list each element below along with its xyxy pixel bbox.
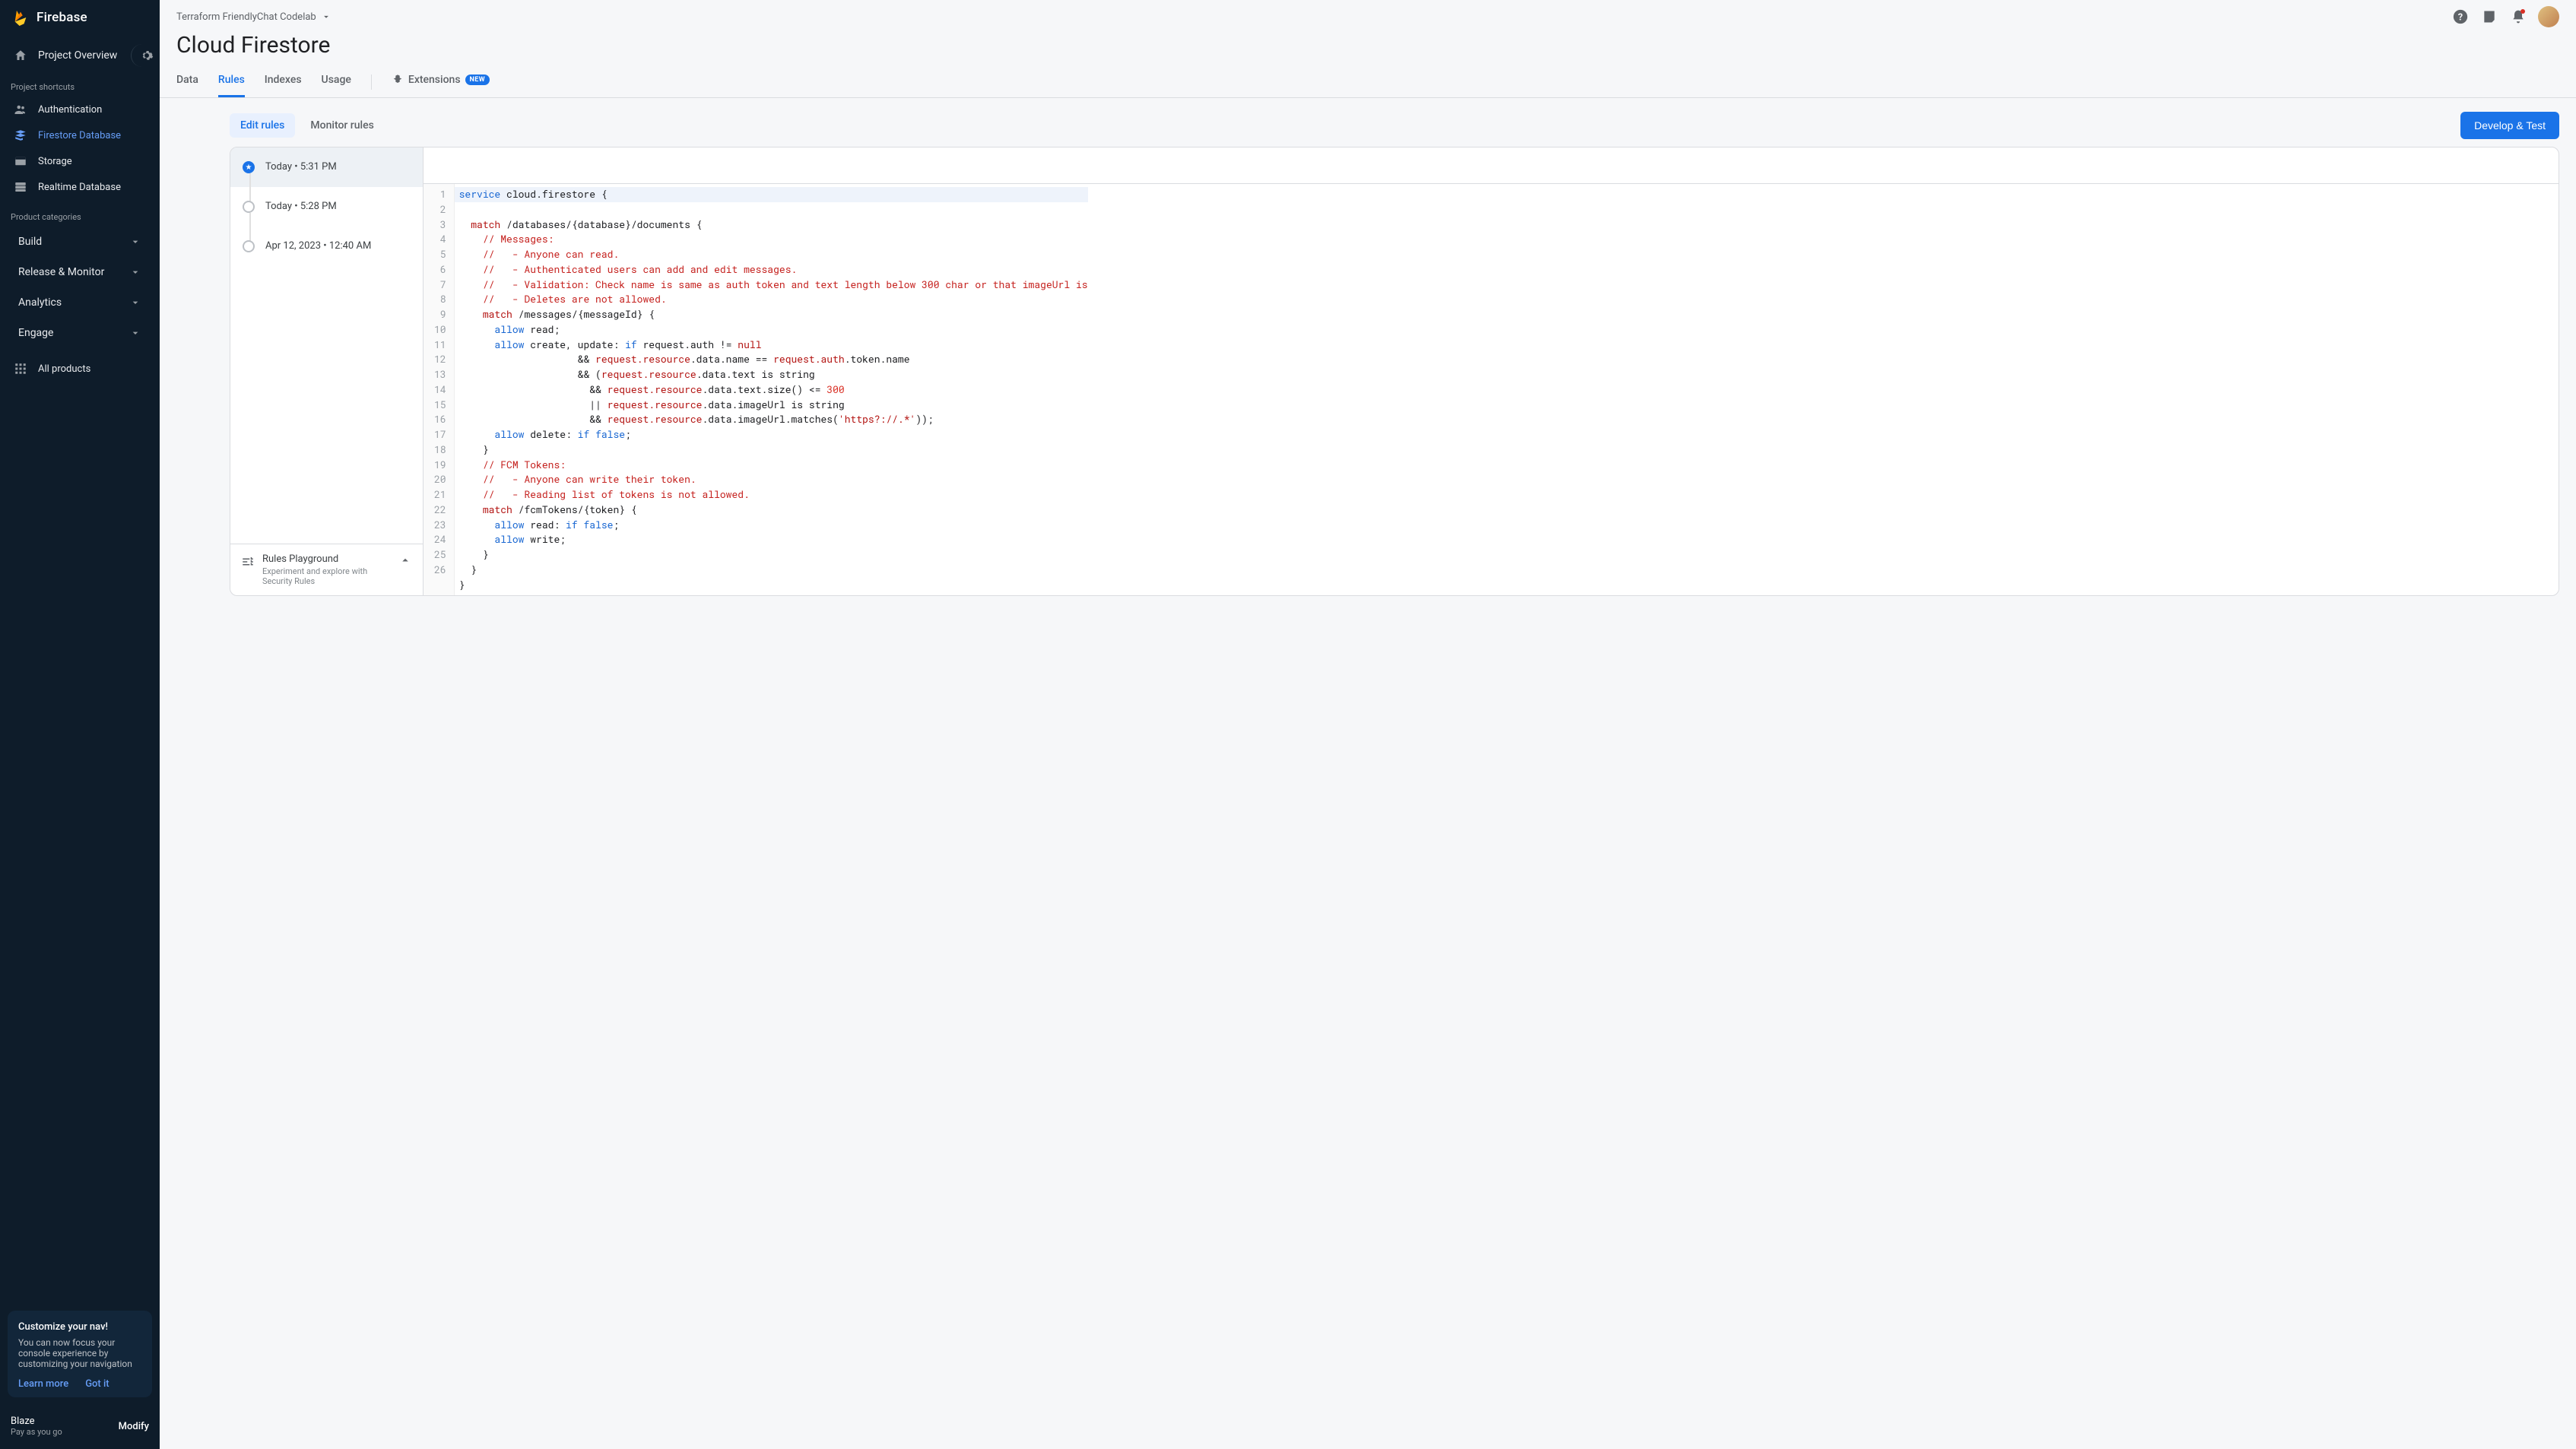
brand[interactable]: Firebase bbox=[0, 0, 160, 35]
sidebar-item-label: Realtime Database bbox=[38, 182, 121, 193]
promo-card: Customize your nav! You can now focus yo… bbox=[8, 1311, 152, 1397]
people-icon bbox=[14, 103, 27, 116]
history-label: Today • 5:31 PM bbox=[265, 161, 337, 173]
grid-icon bbox=[14, 362, 27, 376]
sidebar-item-label: Authentication bbox=[38, 104, 102, 116]
gear-icon bbox=[140, 49, 154, 62]
code-editor[interactable]: 1234567891011121314151617181920212223242… bbox=[424, 147, 2559, 595]
extensions-icon bbox=[392, 74, 404, 86]
star-icon: ★ bbox=[246, 163, 252, 172]
promo-got-it-link[interactable]: Got it bbox=[85, 1378, 109, 1390]
tab-rules[interactable]: Rules bbox=[218, 66, 245, 97]
caret-down-icon bbox=[321, 11, 332, 22]
project-name: Terraform FriendlyChat Codelab bbox=[176, 11, 316, 23]
editor-header bbox=[424, 147, 2559, 184]
category-label: Engage bbox=[18, 327, 53, 339]
sidebar-item-storage[interactable]: Storage bbox=[0, 148, 160, 174]
rules-toolbar: Edit rules Monitor rules Develop & Test bbox=[176, 112, 2559, 147]
brand-text: Firebase bbox=[36, 10, 87, 25]
monitor-rules-button[interactable]: Monitor rules bbox=[300, 113, 384, 138]
topbar: Terraform FriendlyChat Codelab ? bbox=[160, 0, 2576, 27]
project-overview-label: Project Overview bbox=[38, 49, 117, 62]
playground-title: Rules Playground bbox=[262, 553, 376, 565]
main: Terraform FriendlyChat Codelab ? Cloud F… bbox=[160, 0, 2576, 1449]
project-selector[interactable]: Terraform FriendlyChat Codelab bbox=[176, 7, 332, 27]
chevron-down-icon bbox=[129, 296, 141, 309]
history-panel: ★ Today • 5:31 PM Today • 5:28 PM Apr 12… bbox=[230, 147, 424, 595]
category-build[interactable]: Build bbox=[5, 228, 155, 255]
sidebar-item-label: Firestore Database bbox=[38, 130, 121, 141]
project-overview-button[interactable]: Project Overview bbox=[6, 41, 126, 70]
promo-title: Customize your nav! bbox=[18, 1321, 141, 1333]
help-icon: ? bbox=[2452, 8, 2469, 25]
category-analytics[interactable]: Analytics bbox=[5, 289, 155, 316]
database-icon bbox=[14, 180, 27, 194]
category-label: Analytics bbox=[18, 296, 62, 309]
chevron-down-icon bbox=[129, 236, 141, 248]
settings-gear-button[interactable] bbox=[131, 44, 154, 67]
rules-panel: ★ Today • 5:31 PM Today • 5:28 PM Apr 12… bbox=[230, 147, 2559, 596]
tab-divider bbox=[371, 75, 372, 90]
svg-text:?: ? bbox=[2458, 12, 2463, 24]
history-label: Apr 12, 2023 • 12:40 AM bbox=[265, 240, 371, 252]
category-label: Release & Monitor bbox=[18, 266, 104, 278]
tab-data[interactable]: Data bbox=[176, 66, 198, 97]
all-products-button[interactable]: All products bbox=[0, 356, 160, 382]
firestore-icon bbox=[14, 128, 27, 142]
history-item[interactable]: ★ Today • 5:31 PM bbox=[230, 147, 423, 187]
home-icon bbox=[14, 49, 27, 62]
history-item[interactable]: Today • 5:28 PM bbox=[230, 187, 423, 227]
storage-icon bbox=[14, 154, 27, 168]
plan-modify-link[interactable]: Modify bbox=[119, 1421, 149, 1432]
code-content[interactable]: service cloud.firestore { match /databas… bbox=[455, 184, 1093, 595]
category-engage[interactable]: Engage bbox=[5, 319, 155, 347]
tabs: Data Rules Indexes Usage Extensions NEW bbox=[160, 66, 2576, 98]
promo-body: You can now focus your console experienc… bbox=[18, 1337, 141, 1369]
edit-rules-button[interactable]: Edit rules bbox=[230, 113, 295, 138]
docs-button[interactable] bbox=[2480, 8, 2498, 26]
help-button[interactable]: ? bbox=[2451, 8, 2470, 26]
firebase-logo-icon bbox=[12, 9, 29, 26]
history-item[interactable]: Apr 12, 2023 • 12:40 AM bbox=[230, 227, 423, 266]
sidebar-item-authentication[interactable]: Authentication bbox=[0, 97, 160, 122]
notification-dot-icon bbox=[2520, 9, 2525, 14]
promo-learn-more-link[interactable]: Learn more bbox=[18, 1378, 68, 1390]
line-gutter: 1234567891011121314151617181920212223242… bbox=[424, 184, 455, 595]
plan-row: Blaze Pay as you go Modify bbox=[0, 1405, 160, 1449]
page-title: Cloud Firestore bbox=[160, 27, 2576, 66]
sidebar-item-rtdb[interactable]: Realtime Database bbox=[0, 174, 160, 200]
shortcuts-label: Project shortcuts bbox=[0, 70, 160, 97]
sidebar: Firebase Project Overview Project shortc… bbox=[0, 0, 160, 1449]
chevron-down-icon bbox=[129, 266, 141, 278]
sidebar-item-label: Storage bbox=[38, 156, 72, 167]
develop-test-button[interactable]: Develop & Test bbox=[2460, 112, 2559, 139]
tune-icon bbox=[241, 555, 255, 569]
all-products-label: All products bbox=[38, 363, 90, 375]
notifications-button[interactable] bbox=[2509, 8, 2527, 26]
rules-playground-toggle[interactable]: Rules Playground Experiment and explore … bbox=[230, 544, 423, 595]
new-badge: NEW bbox=[465, 75, 490, 85]
playground-sub: Experiment and explore with Security Rul… bbox=[262, 566, 376, 586]
extensions-label: Extensions bbox=[408, 74, 461, 86]
history-label: Today • 5:28 PM bbox=[265, 201, 337, 212]
tab-usage[interactable]: Usage bbox=[322, 66, 351, 97]
chevron-down-icon bbox=[129, 327, 141, 339]
category-release[interactable]: Release & Monitor bbox=[5, 258, 155, 286]
plan-sub: Pay as you go bbox=[11, 1427, 62, 1437]
user-avatar[interactable] bbox=[2538, 6, 2559, 27]
chevron-up-icon bbox=[398, 553, 412, 567]
tab-indexes[interactable]: Indexes bbox=[265, 66, 302, 97]
categories-label: Product categories bbox=[0, 200, 160, 227]
tab-extensions[interactable]: Extensions NEW bbox=[392, 66, 490, 97]
category-label: Build bbox=[18, 236, 42, 248]
sidebar-item-firestore[interactable]: Firestore Database bbox=[0, 122, 160, 148]
plan-name: Blaze bbox=[11, 1416, 62, 1427]
notes-icon bbox=[2482, 9, 2497, 24]
